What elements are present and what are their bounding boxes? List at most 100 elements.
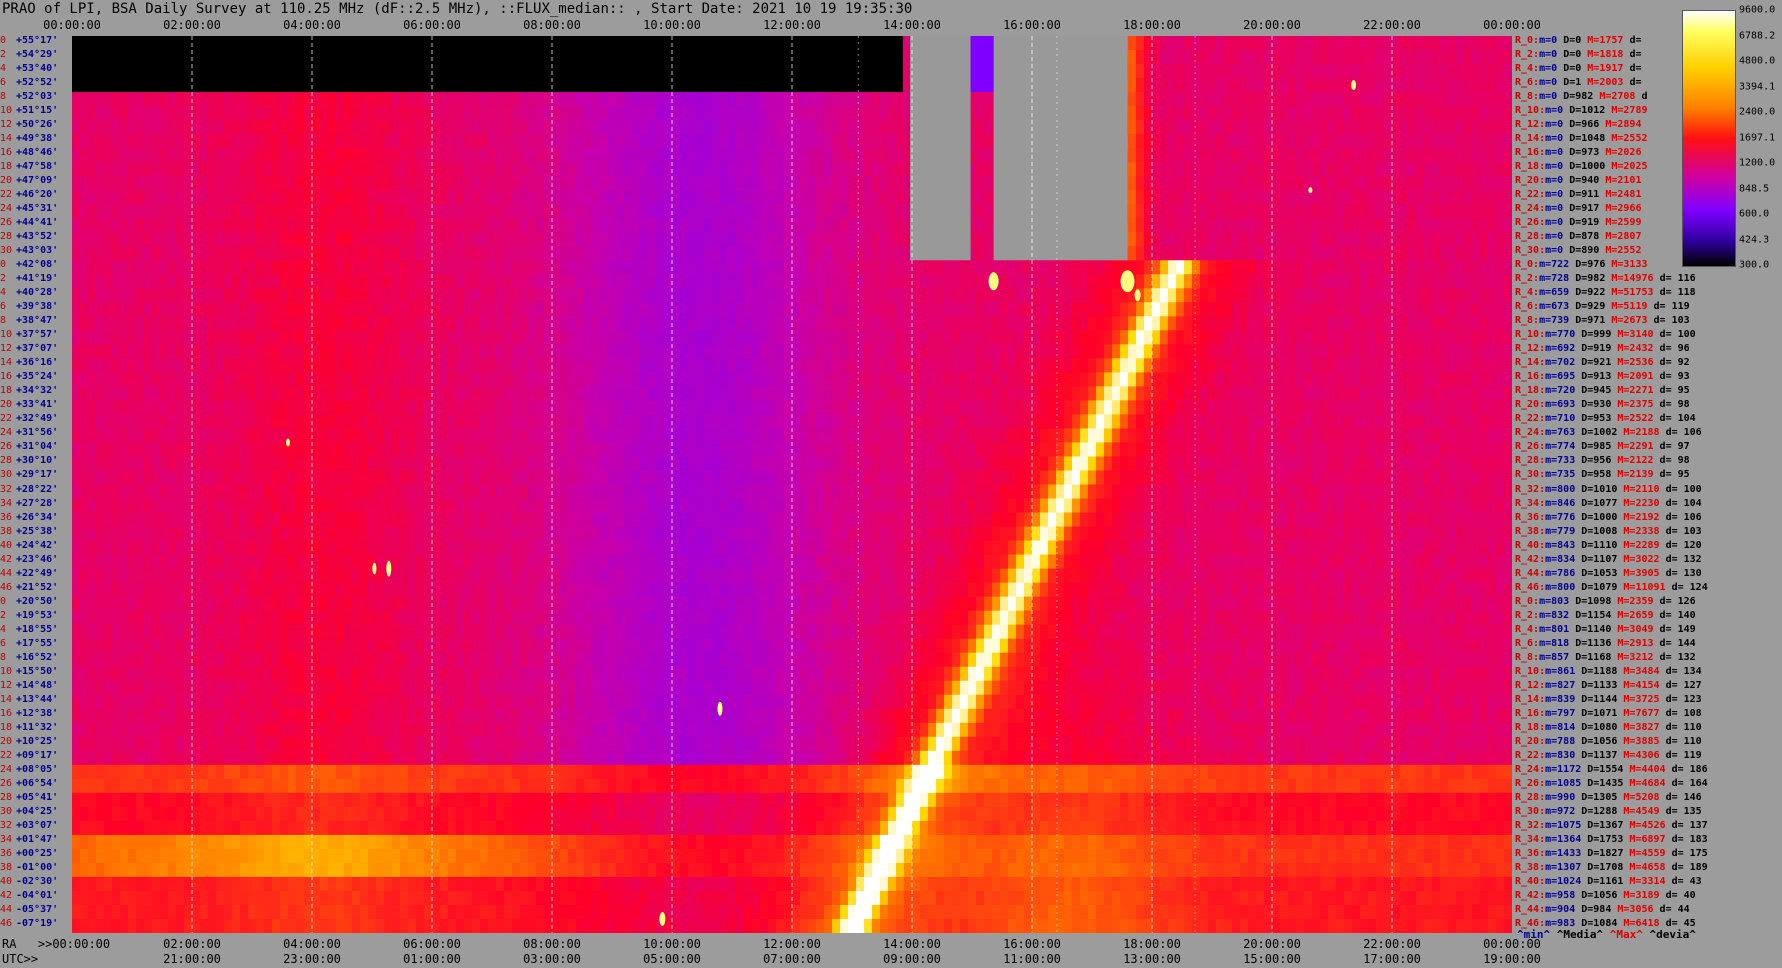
declination-value: +06°54' [16, 777, 59, 789]
heatmap-cell [640, 386, 649, 402]
heatmap-cell [1064, 302, 1073, 317]
heatmap-cell [432, 190, 441, 205]
heatmap-cell [1280, 288, 1289, 303]
heatmap-cell [1408, 204, 1417, 219]
heatmap-cell [960, 274, 969, 289]
heatmap-cell [640, 358, 649, 373]
heatmap-cell [808, 204, 817, 219]
heatmap-cell [1336, 232, 1345, 247]
heatmap-cell [240, 246, 249, 261]
heatmap-cell [144, 344, 153, 359]
heatmap-cell [144, 330, 153, 345]
heatmap-cell [1384, 344, 1393, 359]
heatmap-cell [552, 260, 561, 275]
heatmap-cell [240, 218, 249, 233]
heatmap-cell [1400, 302, 1409, 317]
heatmap-cell [312, 288, 321, 303]
heatmap-cell [1152, 344, 1161, 359]
heatmap-cell [384, 274, 393, 289]
heatmap-cell [1200, 106, 1209, 121]
heatmap-cell [704, 260, 713, 275]
heatmap-cell [1104, 302, 1113, 317]
heatmap-cell [1496, 78, 1505, 93]
heatmap-cell [1480, 386, 1489, 402]
heatmap-cell [904, 344, 913, 359]
heatmap-cell [112, 288, 121, 303]
heatmap-cell [1160, 344, 1169, 359]
heatmap-cell [1344, 162, 1353, 177]
heatmap-cell [440, 148, 449, 163]
heatmap-cell [416, 288, 425, 303]
heatmap-cell [272, 218, 281, 233]
heatmap-cell [624, 330, 633, 345]
heatmap-cell [1248, 386, 1257, 402]
heatmap-cell [752, 148, 761, 163]
heatmap-cell [432, 176, 441, 191]
heatmap-cell [1384, 274, 1393, 289]
heatmap-cell [144, 232, 153, 247]
heatmap-cell [576, 302, 585, 317]
heatmap-cell [1032, 358, 1041, 373]
heatmap-cell [1312, 92, 1321, 107]
heatmap-cell [944, 358, 953, 373]
heatmap-cell [944, 288, 953, 303]
heatmap-cell [1264, 372, 1273, 387]
heatmap-cell [888, 330, 897, 345]
heatmap-cell [536, 120, 545, 135]
heatmap-cell [576, 120, 585, 135]
heatmap-cell [584, 358, 593, 373]
heatmap-cell [480, 316, 489, 331]
heatmap-cell [688, 316, 697, 331]
heatmap-cell [1256, 78, 1265, 93]
heatmap-cell [280, 148, 289, 163]
heatmap-cell [992, 316, 1001, 331]
heatmap-cell [552, 176, 561, 191]
heatmap-cell [1504, 190, 1512, 205]
heatmap-cell [488, 218, 497, 233]
heatmap-cell [1248, 204, 1257, 219]
heatmap-cell [880, 288, 889, 303]
heatmap-cell [896, 400, 905, 416]
heatmap-cell [872, 330, 881, 345]
heatmap-cell [1416, 190, 1425, 205]
heatmap-cell [208, 162, 217, 177]
heatmap-cell [400, 330, 409, 345]
heatmap-cell [928, 400, 937, 416]
heatmap-cell [1408, 232, 1417, 247]
heatmap-cell [1336, 120, 1345, 135]
heatmap-cell [1152, 148, 1161, 163]
heatmap-cell [368, 260, 377, 275]
heatmap-cell [848, 400, 857, 416]
heatmap-cell [1480, 120, 1489, 135]
heatmap-cell [1464, 162, 1473, 177]
heatmap-cell [424, 386, 433, 402]
heatmap-cell [1272, 64, 1281, 79]
heatmap-cell [336, 358, 345, 373]
heatmap-cell [376, 316, 385, 331]
heatmap-cell [1200, 246, 1209, 261]
heatmap-cell [464, 190, 473, 205]
heatmap-cell [928, 260, 937, 275]
heatmap-cell [1376, 120, 1385, 135]
heatmap-cell [552, 372, 561, 387]
heatmap-cell [1072, 302, 1081, 317]
heatmap-cell [624, 120, 633, 135]
heatmap-cell [1280, 232, 1289, 247]
heatmap-cell [480, 134, 489, 149]
heatmap-cell [288, 316, 297, 331]
heatmap-cell [1336, 148, 1345, 163]
heatmap-cell [544, 260, 553, 275]
heatmap-cell [1448, 50, 1457, 65]
heatmap-cell [736, 134, 745, 149]
heatmap-cell [1320, 50, 1329, 65]
heatmap-cell [424, 288, 433, 303]
heatmap-cell [1080, 260, 1089, 275]
heatmap-cell [1160, 204, 1169, 219]
heatmap-cell [1368, 36, 1377, 51]
heatmap-cell [192, 330, 201, 345]
heatmap-cell [1152, 246, 1161, 261]
heatmap-cell [392, 358, 401, 373]
heatmap-cell [1136, 358, 1145, 373]
heatmap-cell [1448, 64, 1457, 79]
heatmap-cell [384, 358, 393, 373]
